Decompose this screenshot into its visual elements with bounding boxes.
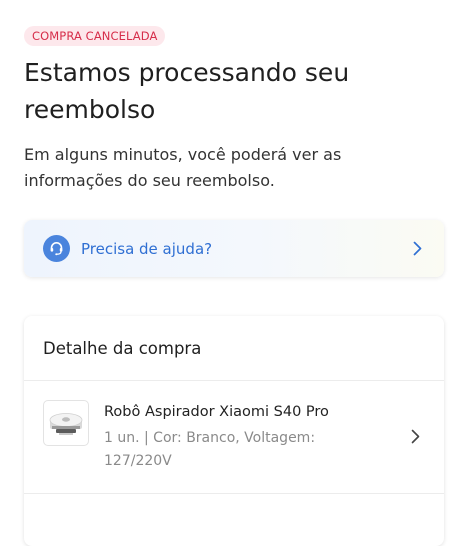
help-button[interactable]: Precisa de ajuda? [24,220,444,277]
chevron-right-icon [413,241,422,260]
page-title: Estamos processando seu reembolso [24,58,350,124]
help-label: Precisa de ajuda? [81,240,213,258]
chevron-right-icon [411,429,420,448]
divider [24,493,444,494]
purchase-detail-title: Detalhe da compra [43,339,202,358]
product-item[interactable]: Robô Aspirador Xiaomi S40 Pro 1 un. | Co… [24,381,444,493]
headset-icon [43,235,70,262]
product-details: 1 un. | Cor: Branco, Voltagem: 127/220V [104,430,316,469]
product-name: Robô Aspirador Xiaomi S40 Pro [104,404,329,420]
page-subtitle: Em alguns minutos, você poderá ver as in… [24,145,342,190]
status-badge: COMPRA CANCELADA [24,26,166,46]
product-image [43,400,89,446]
robot-vacuum-image [49,413,83,435]
purchase-detail-card: Detalhe da compra Robô Aspirador Xiaomi … [24,316,444,546]
